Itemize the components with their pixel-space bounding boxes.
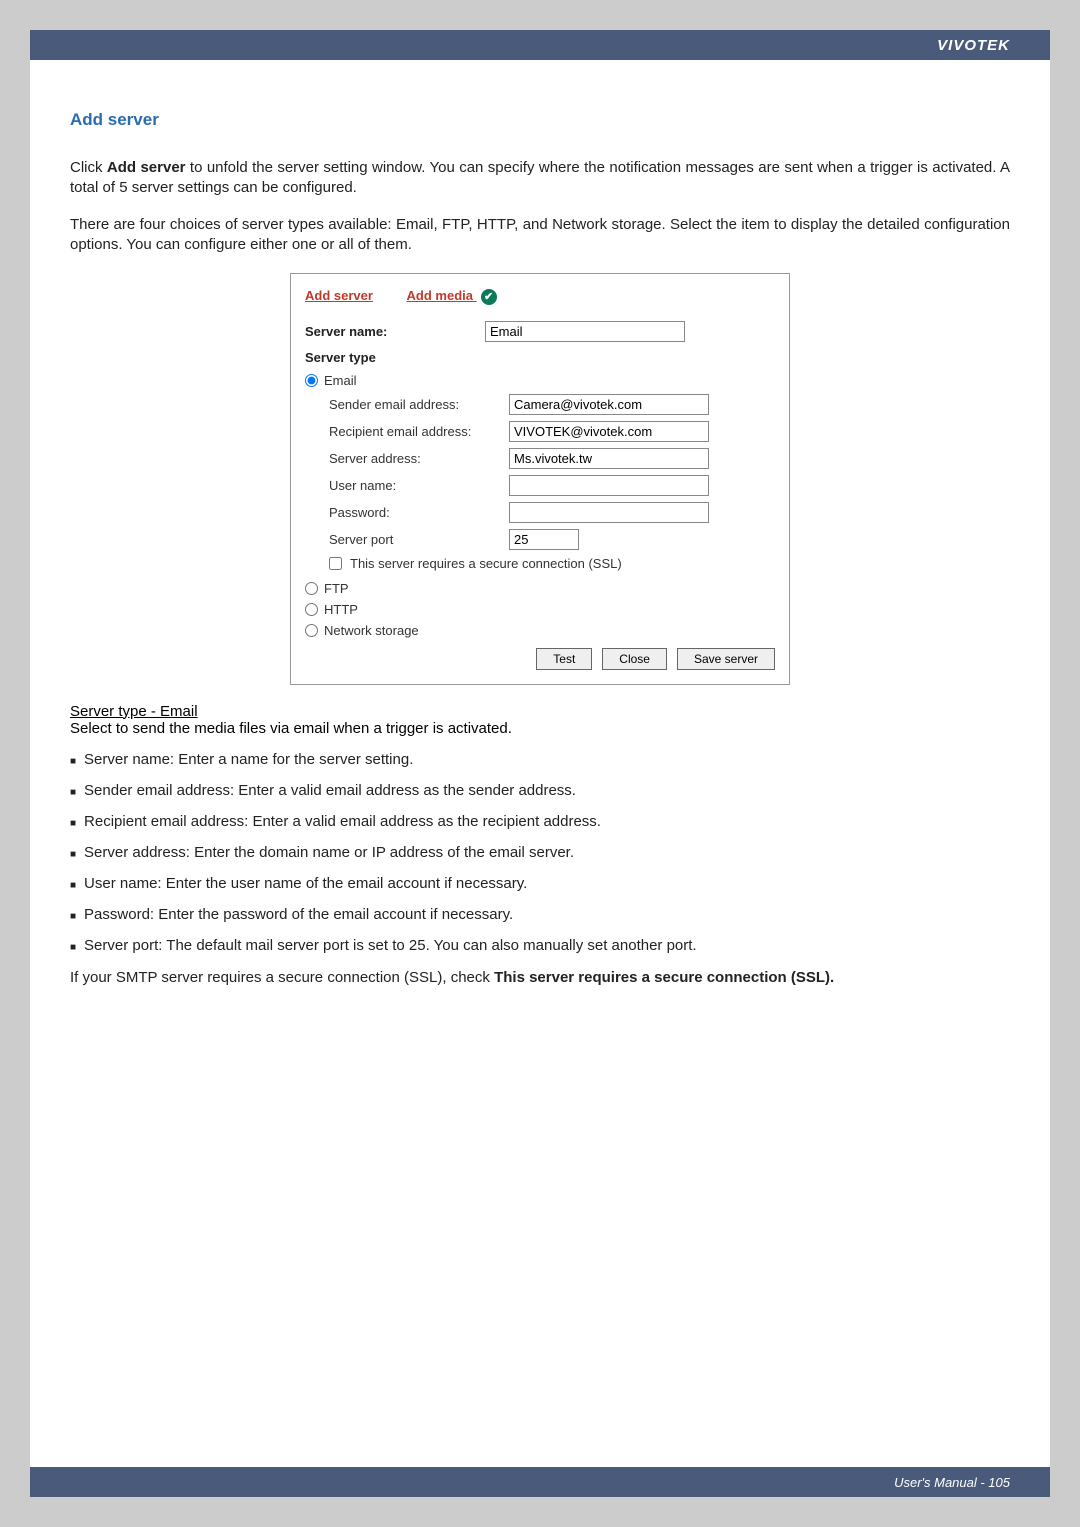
intro-paragraph-2: There are four choices of server types a…	[70, 215, 1010, 256]
password-input[interactable]	[509, 502, 709, 523]
server-port-label: Server port	[329, 532, 509, 547]
radio-ftp-row: FTP	[305, 581, 775, 596]
server-address-input[interactable]	[509, 448, 709, 469]
server-name-label: Server name:	[305, 324, 485, 339]
password-label: Password:	[329, 505, 509, 520]
radio-email[interactable]	[305, 374, 318, 387]
check-icon: ✔	[481, 289, 497, 305]
radio-email-label: Email	[324, 373, 357, 388]
ssl-label: This server requires a secure connection…	[350, 556, 622, 571]
list-item: Server address: Enter the domain name or…	[70, 844, 1010, 861]
intro-paragraph-1: Click Add server to unfold the server se…	[70, 158, 1010, 199]
list-item: Sender email address: Enter a valid emai…	[70, 782, 1010, 799]
list-item: Recipient email address: Enter a valid e…	[70, 813, 1010, 830]
intro-p1b: Add server	[107, 159, 186, 176]
server-type-label: Server type	[305, 350, 775, 365]
radio-http-label: HTTP	[324, 602, 358, 617]
list-item: Password: Enter the password of the emai…	[70, 906, 1010, 923]
email-fields: Sender email address: Recipient email ad…	[329, 394, 775, 550]
footer-bar: User's Manual - 105	[30, 1467, 1050, 1497]
test-button[interactable]: Test	[536, 648, 592, 670]
server-name-input[interactable]	[485, 321, 685, 342]
dialog-tabs: Add server Add media ✔	[305, 288, 775, 305]
section-title: Add server	[70, 110, 1010, 130]
bullet-list: Server name: Enter a name for the server…	[70, 751, 1010, 954]
radio-ftp[interactable]	[305, 582, 318, 595]
server-type-email-heading: Server type - Email	[70, 703, 1010, 720]
radio-network-storage-label: Network storage	[324, 623, 419, 638]
intro-p1a: Click	[70, 159, 107, 176]
list-item: Server port: The default mail server por…	[70, 937, 1010, 954]
recipient-email-input[interactable]	[509, 421, 709, 442]
server-type-email-subtext: Select to send the media files via email…	[70, 720, 1010, 737]
list-item: Server name: Enter a name for the server…	[70, 751, 1010, 768]
radio-email-row: Email	[305, 373, 775, 388]
intro-p1c: to unfold the server setting window. You…	[70, 159, 1010, 196]
ssl-note: If your SMTP server requires a secure co…	[70, 968, 1010, 988]
sender-email-label: Sender email address:	[329, 397, 509, 412]
sender-email-input[interactable]	[509, 394, 709, 415]
add-server-link[interactable]: Add server	[305, 288, 373, 303]
username-input[interactable]	[509, 475, 709, 496]
server-address-label: Server address:	[329, 451, 509, 466]
brand-text: VIVOTEK	[937, 37, 1010, 54]
radio-network-storage-row: Network storage	[305, 623, 775, 638]
recipient-email-label: Recipient email address:	[329, 424, 509, 439]
save-server-button[interactable]: Save server	[677, 648, 775, 670]
radio-http[interactable]	[305, 603, 318, 616]
close-button[interactable]: Close	[602, 648, 667, 670]
add-media-link-label: Add media	[407, 288, 473, 303]
radio-network-storage[interactable]	[305, 624, 318, 637]
ssl-note-a: If your SMTP server requires a secure co…	[70, 969, 494, 986]
radio-ftp-label: FTP	[324, 581, 349, 596]
footer-text: User's Manual - 105	[894, 1475, 1010, 1490]
ssl-note-b: This server requires a secure connection…	[494, 969, 834, 986]
server-port-input[interactable]	[509, 529, 579, 550]
radio-http-row: HTTP	[305, 602, 775, 617]
header-bar: VIVOTEK	[30, 30, 1050, 60]
ssl-checkbox[interactable]	[329, 557, 342, 570]
list-item: User name: Enter the user name of the em…	[70, 875, 1010, 892]
add-media-link[interactable]: Add media ✔	[407, 288, 497, 303]
username-label: User name:	[329, 478, 509, 493]
add-server-dialog: Add server Add media ✔ Server name: Serv…	[290, 273, 790, 685]
